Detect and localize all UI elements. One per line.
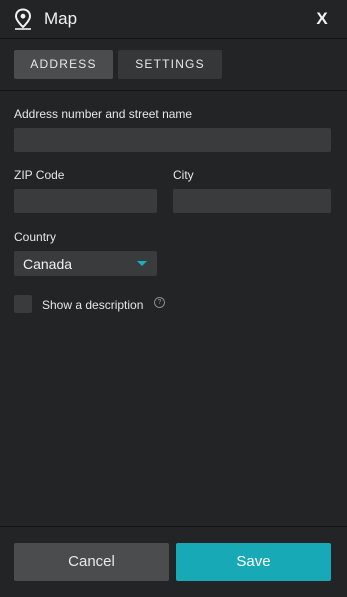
show-description-checkbox[interactable]	[14, 295, 32, 313]
street-input[interactable]	[14, 128, 331, 152]
city-label: City	[173, 168, 194, 182]
caret-down-icon	[137, 261, 147, 266]
country-label: Country	[14, 230, 57, 244]
question-circle-icon[interactable]: ?	[154, 297, 165, 308]
cancel-button[interactable]: Cancel	[14, 543, 169, 581]
map-address-panel: Map X ADDRESS SETTINGS Address number an…	[0, 0, 347, 597]
save-button[interactable]: Save	[176, 543, 331, 581]
country-selected-value: Canada	[23, 256, 73, 272]
close-button[interactable]: X	[311, 8, 333, 30]
zip-input[interactable]	[14, 189, 157, 213]
panel-header: Map X	[0, 0, 347, 39]
country-select[interactable]: Canada	[14, 251, 157, 276]
footer-divider	[0, 526, 347, 527]
zip-label: ZIP Code	[14, 168, 65, 182]
map-pin-icon	[14, 8, 32, 30]
show-description-label[interactable]: Show a description	[42, 298, 143, 313]
street-label: Address number and street name	[14, 107, 193, 121]
tab-address[interactable]: ADDRESS	[14, 50, 113, 79]
tabs-divider	[0, 90, 347, 91]
panel-title: Map	[44, 9, 78, 28]
city-input[interactable]	[173, 189, 331, 213]
tab-settings[interactable]: SETTINGS	[118, 50, 222, 79]
